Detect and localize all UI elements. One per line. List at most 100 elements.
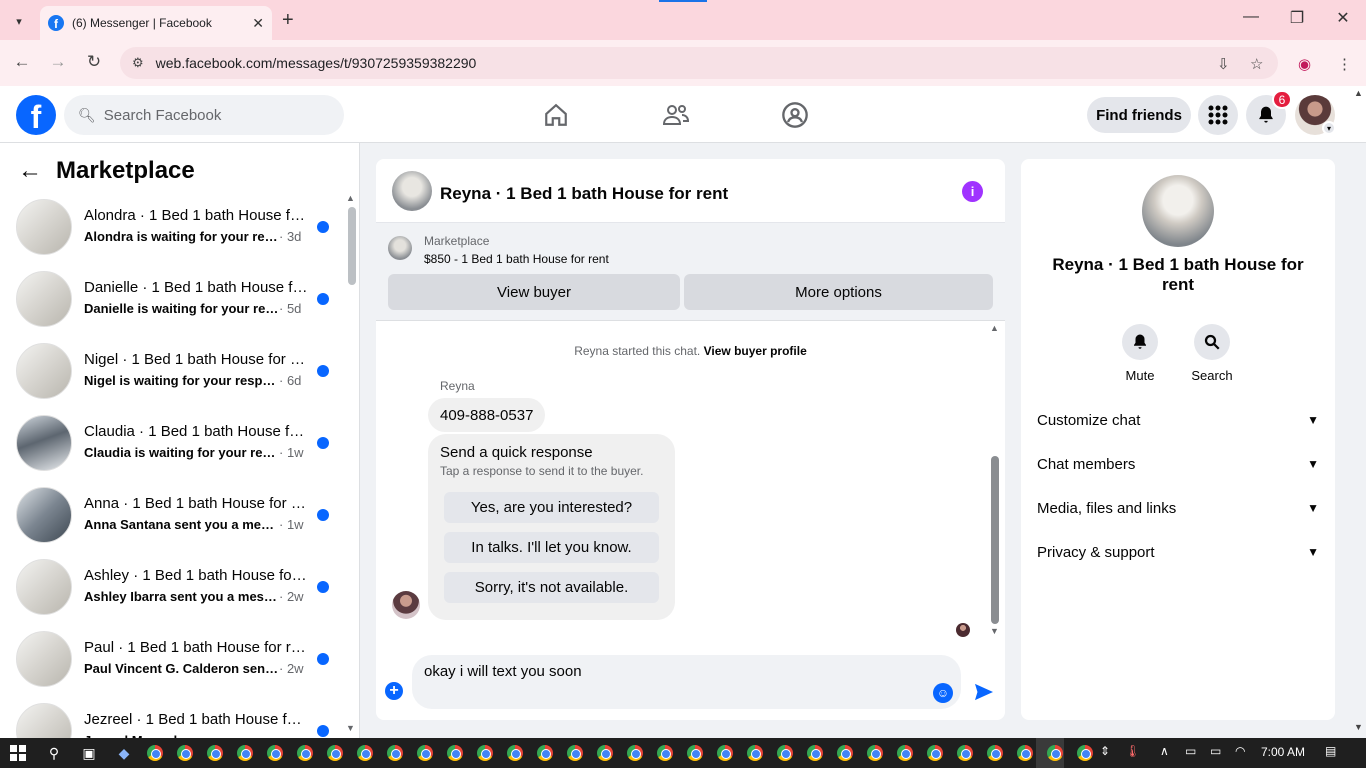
search-input[interactable]: 🔍︎ Search Facebook — [64, 95, 344, 135]
conversation-item[interactable]: Ashley · 1 Bed 1 bath House for rent Ashl… — [16, 559, 332, 617]
page-scroll-up-icon[interactable]: ▲ — [1354, 88, 1363, 98]
wifi-icon[interactable]: ◠ — [1235, 744, 1245, 758]
scroll-up-icon[interactable]: ▲ — [346, 193, 355, 203]
chat-scroll-down-icon[interactable]: ▼ — [990, 626, 999, 636]
scroll-down-icon[interactable]: ▼ — [346, 723, 355, 733]
mute-button[interactable]: Mute — [1110, 324, 1170, 383]
bookmark-star-icon[interactable]: ☆ — [1250, 55, 1263, 73]
chrome-taskbar-icon[interactable] — [597, 745, 613, 761]
restore-icon[interactable]: ❐ — [1282, 8, 1312, 28]
chrome-taskbar-icon[interactable] — [567, 745, 583, 761]
chrome-taskbar-icon[interactable] — [297, 745, 313, 761]
chrome-taskbar-icon[interactable] — [477, 745, 493, 761]
quick-response-in-talks-button[interactable]: In talks. I'll let you know. — [444, 532, 659, 563]
conversation-item[interactable]: Claudia · 1 Bed 1 bath House for rent Cla… — [16, 415, 332, 473]
message-input[interactable]: okay i will text you soon — [412, 655, 961, 709]
menu-grid-icon[interactable] — [1198, 95, 1238, 135]
info-icon[interactable]: i — [962, 181, 983, 202]
chrome-taskbar-icon[interactable] — [627, 745, 643, 761]
page-scroll-down-icon[interactable]: ▼ — [1354, 722, 1363, 732]
listing-price-title[interactable]: $850 - 1 Bed 1 bath House for rent — [424, 252, 609, 266]
site-info-icon[interactable]: ⚙ — [132, 55, 144, 71]
reload-icon[interactable]: ↻ — [82, 52, 106, 72]
task-view-icon[interactable]: ▣ — [80, 744, 98, 762]
copilot-icon[interactable]: ◆ — [115, 744, 133, 762]
forward-icon[interactable]: → — [46, 52, 70, 72]
home-icon[interactable] — [540, 100, 572, 130]
chrome-taskbar-icon[interactable] — [957, 745, 973, 761]
taskbar-search-icon[interactable]: ⚲ — [45, 744, 63, 762]
browser-tab[interactable]: f (6) Messenger | Facebook ✕ — [40, 6, 272, 40]
taskbar-scroll-icon[interactable]: ⇕ — [1100, 744, 1110, 758]
show-hidden-icons-icon[interactable]: ∧ — [1160, 744, 1169, 758]
conversation-item[interactable]: Paul · 1 Bed 1 bath House for rent Paul V… — [16, 631, 332, 689]
quick-response-yes-button[interactable]: Yes, are you interested? — [444, 492, 659, 523]
chrome-taskbar-icon[interactable] — [267, 745, 283, 761]
chrome-taskbar-icon[interactable] — [747, 745, 763, 761]
add-attachment-icon[interactable]: + — [385, 682, 403, 700]
back-icon[interactable]: ← — [10, 52, 34, 72]
customize-chat-row[interactable]: Customize chat ▼ — [1037, 406, 1319, 434]
conversation-item[interactable]: Jezreel · 1 Bed 1 bath House for rentJez… — [16, 703, 332, 738]
emoji-icon[interactable]: ☺ — [933, 683, 953, 703]
conversation-item[interactable]: Anna · 1 Bed 1 bath House for rent Anna S… — [16, 487, 332, 545]
search-in-chat-button[interactable]: Search — [1182, 324, 1242, 383]
quick-response-not-available-button[interactable]: Sorry, it's not available. — [444, 572, 659, 603]
chat-title[interactable]: Reyna · 1 Bed 1 bath House for rent — [440, 184, 728, 204]
chrome-taskbar-icon[interactable] — [447, 745, 463, 761]
back-arrow-icon[interactable]: ← — [18, 157, 42, 185]
conversation-item[interactable]: Nigel · 1 Bed 1 bath House for rent Nigel… — [16, 343, 332, 401]
chrome-taskbar-icon[interactable] — [987, 745, 1003, 761]
details-avatar[interactable] — [1142, 175, 1214, 247]
find-friends-button[interactable]: Find friends — [1087, 97, 1191, 133]
tab-search-icon[interactable]: ▾ — [8, 10, 30, 32]
sidebar-scrollbar[interactable] — [348, 207, 356, 285]
chrome-taskbar-icon[interactable] — [417, 745, 433, 761]
temperature-icon[interactable]: 🌡︎ — [1125, 744, 1140, 758]
chrome-taskbar-icon[interactable] — [357, 745, 373, 761]
chrome-taskbar-icon[interactable] — [147, 745, 163, 761]
conversation-item[interactable]: Danielle · 1 Bed 1 bath House for rent Da… — [16, 271, 332, 329]
chrome-taskbar-icon[interactable] — [1017, 745, 1033, 761]
windows-start-icon[interactable] — [10, 745, 26, 761]
chrome-taskbar-icon[interactable] — [237, 745, 253, 761]
notification-center-icon[interactable]: ▤ — [1325, 744, 1336, 758]
conversation-item[interactable]: Alondra · 1 Bed 1 bath House for rent Alo… — [16, 199, 332, 257]
profile-icon[interactable]: ◉ — [1298, 55, 1311, 73]
chat-scrollbar[interactable] — [991, 456, 999, 624]
chrome-taskbar-icon[interactable] — [207, 745, 223, 761]
chrome-taskbar-icon[interactable] — [177, 745, 193, 761]
friends-icon[interactable] — [660, 100, 692, 130]
chrome-taskbar-icon[interactable] — [657, 745, 673, 761]
taskbar-clock[interactable]: 7:00 AM — [1261, 745, 1305, 759]
battery-icon[interactable]: ▭ — [1210, 744, 1221, 758]
chrome-taskbar-icon[interactable] — [837, 745, 853, 761]
chrome-taskbar-icon[interactable] — [327, 745, 343, 761]
chrome-taskbar-icon[interactable] — [537, 745, 553, 761]
chrome-taskbar-icon[interactable] — [897, 745, 913, 761]
chrome-taskbar-icon[interactable] — [387, 745, 403, 761]
chat-scroll-up-icon[interactable]: ▲ — [990, 323, 999, 333]
chrome-taskbar-icon[interactable] — [777, 745, 793, 761]
sender-avatar[interactable] — [392, 591, 420, 619]
view-buyer-button[interactable]: View buyer — [388, 274, 680, 310]
chrome-taskbar-icon[interactable] — [927, 745, 943, 761]
facebook-logo-icon[interactable]: f — [16, 95, 56, 135]
chat-avatar[interactable] — [392, 171, 432, 211]
more-options-button[interactable]: More options — [684, 274, 993, 310]
chat-members-row[interactable]: Chat members ▼ — [1037, 450, 1319, 478]
new-tab-icon[interactable]: + — [282, 9, 294, 32]
chrome-taskbar-icon[interactable] — [687, 745, 703, 761]
chrome-taskbar-icon[interactable] — [867, 745, 883, 761]
chrome-taskbar-icon[interactable] — [807, 745, 823, 761]
minimize-icon[interactable]: — — [1236, 8, 1266, 26]
privacy-support-row[interactable]: Privacy & support ▼ — [1037, 538, 1319, 566]
media-files-links-row[interactable]: Media, files and links ▼ — [1037, 494, 1319, 522]
groups-icon[interactable] — [779, 100, 811, 130]
browser-menu-icon[interactable]: ⋮ — [1337, 55, 1352, 73]
chrome-taskbar-icon[interactable] — [717, 745, 733, 761]
install-app-icon[interactable]: ⇩ — [1217, 55, 1230, 73]
url-bar[interactable]: ⚙ web.facebook.com/messages/t/9307259359… — [120, 47, 1278, 79]
meet-icon[interactable]: ▭ — [1185, 744, 1196, 758]
chrome-taskbar-icon[interactable] — [507, 745, 523, 761]
